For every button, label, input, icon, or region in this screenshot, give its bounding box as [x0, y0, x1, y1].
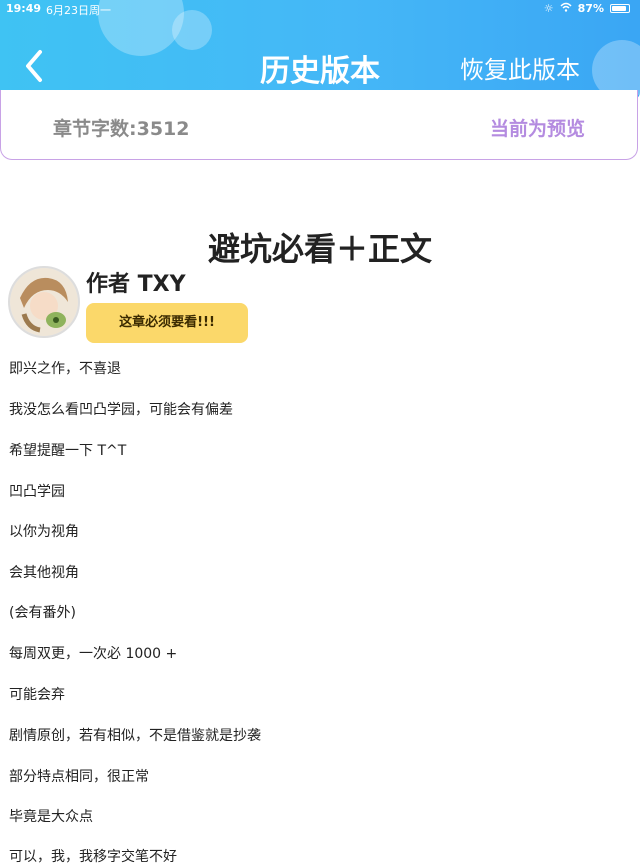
body-line: 可能会弃 — [9, 687, 65, 703]
top-navigation-bar: 19:49 6月23日周一 ☼ 87% 历史版本 恢复此版本 — [0, 0, 640, 100]
battery-percent: 87% — [577, 2, 604, 15]
status-time: 19:49 — [6, 2, 42, 15]
body-line: 会其他视角 — [9, 565, 79, 581]
body-line: 每周双更，一次必 1000 + — [9, 646, 178, 662]
brightness-icon: ☼ — [543, 2, 554, 15]
body-line: 剧情原创，若有相似，不是借鉴就是抄袭 — [9, 728, 261, 744]
body-line: 凹凸学园 — [9, 484, 65, 500]
chapter-title: 避坑必看＋正文 — [207, 230, 432, 268]
body-line: 我没怎么看凹凸学园，可能会有偏差 — [9, 402, 233, 418]
battery-icon — [610, 4, 630, 13]
back-button[interactable] — [20, 48, 50, 84]
status-indicators: ☼ 87% — [544, 2, 630, 15]
body-line: 部分特点相同，很正常 — [9, 769, 149, 785]
chevron-left-icon — [26, 50, 42, 82]
body-line: 可以，我，我移字交笔不好 — [9, 849, 177, 865]
author-name: 作者 TXY — [86, 272, 186, 297]
body-line: 即兴之作，不喜退 — [9, 361, 121, 377]
body-line: 希望提醒一下 T^T — [9, 443, 127, 459]
author-note-badge: 这章必须要看!!! — [86, 303, 248, 343]
body-line: (会有番外) — [9, 605, 76, 621]
status-date: 6月23日周一 — [46, 4, 111, 17]
wifi-icon — [560, 2, 572, 15]
battery-fill — [612, 6, 626, 11]
body-line: 以你为视角 — [9, 524, 79, 540]
avatar-illustration — [10, 268, 78, 336]
word-count: 章节字数:3512 — [53, 118, 190, 140]
restore-version-button[interactable]: 恢复此版本 — [460, 50, 580, 85]
status-bar: 19:49 6月23日周一 ☼ 87% — [0, 0, 640, 18]
author-avatar[interactable] — [8, 266, 80, 338]
preview-status: 当前为预览 — [489, 118, 585, 140]
chapter-info-bar: 章节字数:3512 当前为预览 — [0, 90, 638, 160]
body-line: 毕竟是大众点 — [9, 809, 93, 825]
